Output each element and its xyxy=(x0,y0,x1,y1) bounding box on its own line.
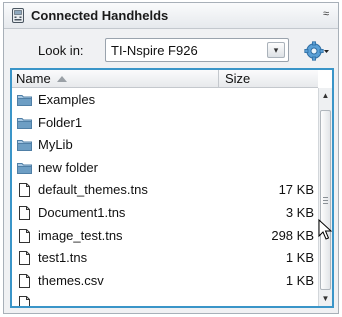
scrollbar-thumb[interactable] xyxy=(320,110,331,290)
file-row[interactable]: image_test.tns 298 KB xyxy=(12,225,318,248)
scroll-up-icon[interactable]: ▲ xyxy=(319,88,332,102)
file-name: MyLib xyxy=(38,137,73,153)
file-size: 1 KB xyxy=(285,250,314,266)
look-in-value: TI-Nspire F926 xyxy=(111,43,198,58)
connected-handhelds-panel: Connected Handhelds ≈ Look in: TI-Nspire… xyxy=(3,2,339,314)
sort-ascending-icon xyxy=(56,76,67,82)
file-name: default_themes.tns xyxy=(38,182,148,198)
folder-row[interactable]: new folder xyxy=(12,157,318,180)
chevron-down-icon[interactable]: ▾ xyxy=(267,42,285,58)
vertical-scrollbar[interactable]: ▲ ▼ xyxy=(318,88,332,306)
document-icon xyxy=(17,296,32,306)
file-name: image_test.tns xyxy=(38,227,123,243)
mouse-cursor-icon xyxy=(318,219,332,240)
look-in-dropdown[interactable]: TI-Nspire F926 ▾ xyxy=(105,38,289,62)
folder-icon xyxy=(17,93,32,107)
document-icon xyxy=(17,205,32,220)
file-size: 298 KB xyxy=(271,227,314,243)
panel-title: Connected Handhelds xyxy=(31,8,169,23)
look-in-label: Look in: xyxy=(38,43,84,58)
column-header-name-label: Name xyxy=(16,71,51,86)
file-name: themes.csv xyxy=(38,272,104,288)
handheld-icon xyxy=(12,8,24,23)
panel-titlebar: Connected Handhelds ≈ xyxy=(4,3,338,29)
file-name: Folder1 xyxy=(38,114,83,130)
file-row[interactable]: default_themes.tns 17 KB xyxy=(12,179,318,202)
file-size: 3 KB xyxy=(285,204,314,220)
collapse-icon[interactable]: ≈ xyxy=(323,8,329,20)
column-header-size-label: Size xyxy=(225,71,251,86)
file-row[interactable]: Document1.tns 3 KB xyxy=(12,202,318,225)
scroll-down-icon[interactable]: ▼ xyxy=(319,292,332,306)
file-size: 1 KB xyxy=(285,272,314,288)
folder-row[interactable]: MyLib xyxy=(12,134,318,157)
file-size: 17 KB xyxy=(278,182,314,198)
folder-icon xyxy=(17,116,32,130)
document-icon xyxy=(17,228,32,243)
column-header-size[interactable]: Size xyxy=(220,70,320,88)
grip-icon xyxy=(323,197,328,204)
file-row[interactable]: test1.tns 1 KB xyxy=(12,247,318,270)
file-list-rows: Examples Folder1 MyLib new folder default_th… xyxy=(12,89,318,306)
folder-icon xyxy=(17,161,32,175)
folder-icon xyxy=(17,138,32,152)
document-icon xyxy=(17,251,32,266)
folder-row[interactable]: Folder1 xyxy=(12,112,318,135)
document-icon xyxy=(17,273,32,288)
folder-row[interactable]: Examples xyxy=(12,89,318,112)
file-name: Examples xyxy=(38,92,96,107)
file-list[interactable]: Name Size Examples Folder1 MyLib new folder… xyxy=(10,68,334,308)
column-header-name[interactable]: Name xyxy=(12,70,219,88)
gear-icon[interactable] xyxy=(304,41,330,61)
file-list-header: Name Size xyxy=(12,70,318,88)
file-row[interactable] xyxy=(12,292,318,306)
file-row[interactable]: themes.csv 1 KB xyxy=(12,270,318,293)
document-icon xyxy=(17,183,32,198)
file-name: new folder xyxy=(38,159,98,175)
look-in-row: Look in: TI-Nspire F926 ▾ xyxy=(4,29,338,67)
file-name: Document1.tns xyxy=(38,204,126,220)
file-name: test1.tns xyxy=(38,250,88,266)
